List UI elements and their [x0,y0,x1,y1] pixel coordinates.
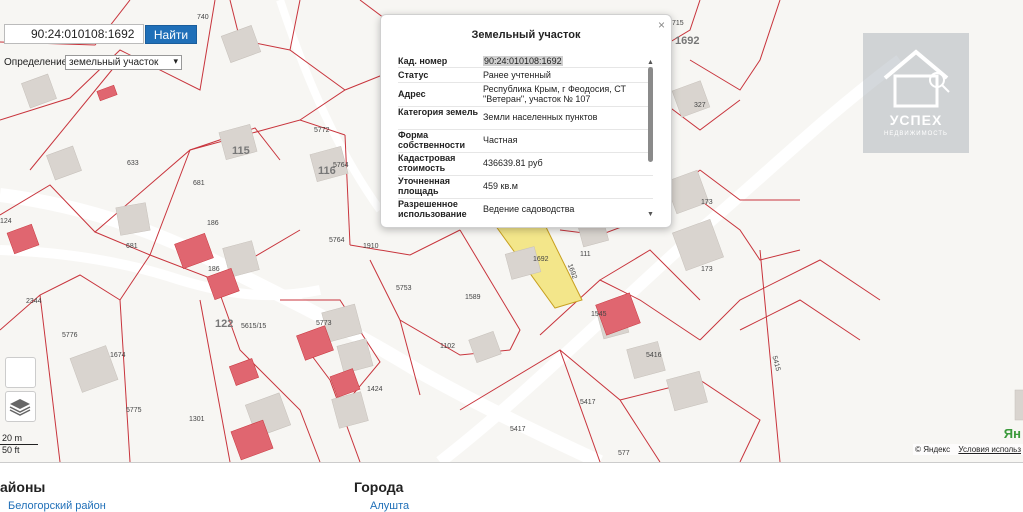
map-control-button[interactable] [5,357,36,388]
popup-scrollbar[interactable]: ▲ ▼ [647,59,655,222]
parcel-label: 5775 [126,407,142,414]
popup-row-key: Статус [398,70,429,80]
parcel-label: 5615/15 [241,323,267,330]
chevron-down-icon: ▾ [173,56,178,66]
parcel-label: 5764 [329,237,345,244]
layers-icon [9,399,31,416]
terms-link[interactable]: Условия использ [958,445,1021,454]
parcel-label: 115 [232,145,250,157]
parcel-label: 633 [127,160,139,167]
scroll-up-icon[interactable]: ▲ [647,59,654,66]
copyright-text: © Яндекс [915,445,951,454]
parcel-label: 5417 [510,426,526,433]
popup-row-value: 436639.81 руб [483,158,543,168]
popup-row-value: Земли населенных пунктов [483,112,598,122]
parcel-label: 5772 [314,127,330,134]
parcel-label: 122 [215,318,234,330]
parcel-label: 173 [701,266,713,273]
parcel-label: 5417 [580,399,596,406]
parcel-label: 5753 [396,285,412,292]
parcel-label: 186 [208,266,220,273]
map-attribution: © Яндекс Условия использ [913,444,1023,455]
popup-row-key: Кад. номер [398,56,448,66]
parcel-label: 1424 [367,386,383,393]
cadastral-number-value[interactable]: 90:24:010108:1692 [483,56,563,66]
definition-selected-value: земельный участок [69,57,159,68]
popup-row-key: Разрешенное использование [398,199,467,219]
parcel-label: 1301 [189,416,205,423]
popup-row-address: Адрес Республика Крым, г Феодосия, СТ "В… [398,84,653,107]
parcel-label: 116 [318,165,336,177]
definition-select[interactable]: земельный участок ▾ [65,55,182,70]
city-link[interactable]: Алушта [370,500,409,512]
popup-row-key: Категория земель [398,107,479,117]
popup-row-value: Республика Крым, г Феодосия, СТ "Ветеран… [483,84,626,104]
scrollbar-thumb[interactable] [648,67,653,162]
parcel-label-selected: 1692 [533,256,549,263]
house-logo-icon [883,49,950,108]
parcel-label: 1692 [675,35,700,47]
parcel-label: 681 [126,243,138,250]
popup-title: Земельный участок [471,29,581,41]
parcel-label: 124 [0,218,12,225]
popup-row-value: 459 кв.м [483,181,518,191]
parcel-label: 173 [701,199,713,206]
watermark-subtitle: НЕДВИЖИМОСТЬ [884,131,948,137]
yandex-logo: Ян [1003,426,1021,441]
parcel-label: 111 [580,251,591,258]
parcel-label: 186 [207,220,219,227]
divider [0,462,1023,463]
parcel-label: 1545 [591,311,607,318]
popup-row-key: Адрес [398,89,426,99]
popup-row-key: Уточненная площадь [398,176,450,196]
popup-row-key: Форма собственности [398,130,465,150]
agency-watermark: УСПЕХ НЕДВИЖИМОСТЬ [863,33,969,153]
parcel-label: 740 [197,14,209,21]
parcel-label: 1910 [363,243,379,250]
popup-row-value: Частная [483,135,518,145]
parcel-label: 577 [618,450,630,457]
popup-row-permitted-use: Разрешенное использование Ведение садово… [398,199,653,221]
districts-heading: айоны [0,479,46,495]
parcel-label: 715 [672,20,684,27]
scale-imperial: 50 ft [2,445,20,455]
search-input[interactable]: 90:24:010108:1692 [4,24,144,44]
layers-button[interactable] [5,391,36,422]
parcel-info-popup: × Земельный участок Кад. номер 90:24:010… [380,14,672,228]
parcel-label: 1102 [440,343,456,350]
scale-metric: 20 m [2,433,23,443]
parcel-label: 327 [694,102,706,109]
scroll-down-icon[interactable]: ▼ [647,211,654,218]
popup-row-cadastral-number: Кад. номер 90:24:010108:1692 [398,56,653,68]
cities-heading: Города [354,479,404,495]
popup-row-ownership: Форма собственности Частная [398,130,653,153]
parcel-label: 1589 [465,294,481,301]
parcel-label: 5416 [646,352,662,359]
popup-row-value: Ранее учтенный [483,70,551,80]
popup-row-status: Статус Ранее учтенный [398,70,653,83]
popup-row-cadastral-value: Кадастровая стоимость 436639.81 руб [398,153,653,176]
popup-row-area: Уточненная площадь 459 кв.м [398,176,653,199]
bottom-links-section: айоны Города Белогорский район Алушта [0,462,1023,512]
definition-label: Определение: [4,57,71,68]
parcel-label: 2344 [26,298,42,305]
popup-row-key: Кадастровая стоимость [398,153,456,173]
watermark-title: УСПЕХ [889,112,943,128]
cadastral-map[interactable]: 740 633 681 186 186 124 681 2344 5776 16… [0,0,1023,462]
popup-row-land-category: Категория земель Земли населенных пункто… [398,107,653,130]
popup-row-value: Ведение садоводства [483,204,575,214]
parcel-label: 5773 [316,320,332,327]
district-link[interactable]: Белогорский район [8,500,106,512]
parcel-label: 5776 [62,332,78,339]
parcel-label: 1674 [110,352,126,359]
find-button[interactable]: Найти [145,25,197,44]
parcel-label: 681 [193,180,205,187]
